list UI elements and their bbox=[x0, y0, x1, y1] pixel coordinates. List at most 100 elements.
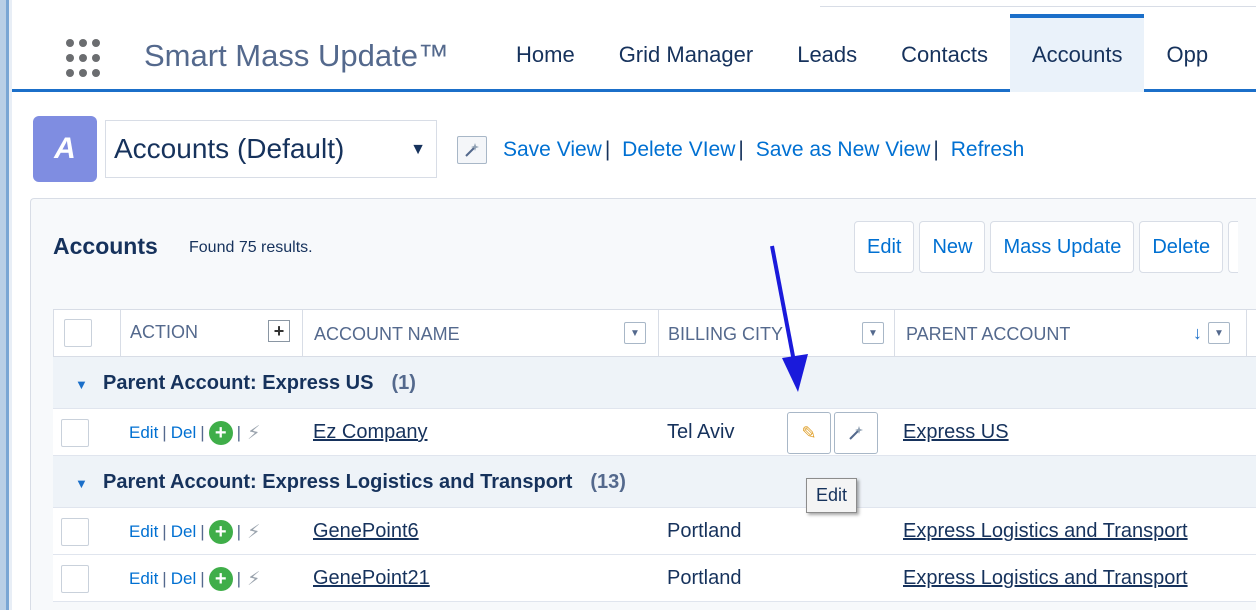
delete-view-link[interactable]: Delete VIew bbox=[622, 138, 735, 161]
group-header[interactable]: ▼ Parent Account: Express Logistics and … bbox=[53, 456, 1256, 508]
caret-down-icon: ▼ bbox=[410, 141, 426, 158]
action-separator: | bbox=[200, 423, 205, 442]
column-divider bbox=[1246, 310, 1247, 356]
plus-circle-icon[interactable]: + bbox=[208, 567, 233, 591]
billing-city-value[interactable]: Portland bbox=[667, 520, 742, 543]
action-separator: | bbox=[200, 569, 205, 588]
group-header[interactable]: ▼ Parent Account: Express US (1) bbox=[53, 357, 1256, 409]
link-separator: | bbox=[933, 138, 939, 161]
nav-tab-contacts[interactable]: Contacts bbox=[879, 14, 1010, 92]
nav-tab-home[interactable]: Home bbox=[494, 14, 597, 92]
parent-account-link[interactable]: Express Logistics and Transport bbox=[903, 520, 1188, 543]
action-separator: | bbox=[236, 423, 242, 442]
inline-edit-tools: ✎ bbox=[787, 412, 878, 454]
pencil-icon[interactable]: ✎ bbox=[787, 412, 831, 454]
action-separator: | bbox=[162, 423, 167, 442]
top-divider bbox=[820, 6, 1256, 7]
account-name-link[interactable]: Ez Company bbox=[313, 421, 428, 444]
list-title: Accounts bbox=[53, 233, 158, 259]
result-count: Found 75 results. bbox=[189, 239, 313, 256]
app-name: Smart Mass Update™ bbox=[144, 38, 449, 73]
link-separator: | bbox=[738, 138, 744, 161]
table-row: Edit | Del | + | ⚡ Ez Company Tel Aviv ✎ Ex… bbox=[53, 409, 1256, 456]
row-actions: Edit | Del | + | ⚡ bbox=[129, 520, 260, 544]
nav-tab-leads[interactable]: Leads bbox=[775, 14, 879, 92]
app-launcher-waffle-icon[interactable] bbox=[66, 39, 106, 79]
billing-city-value[interactable]: Tel Aviv bbox=[667, 421, 734, 444]
row-edit-link[interactable]: Edit bbox=[129, 522, 158, 542]
edit-button[interactable]: Edit bbox=[854, 221, 915, 273]
plus-circle-icon[interactable]: + bbox=[208, 520, 233, 544]
nav-tab-opportunities[interactable]: Opp bbox=[1144, 14, 1230, 92]
row-actions: Edit | Del | + | ⚡ bbox=[129, 567, 260, 591]
mass-update-button[interactable]: Mass Update bbox=[990, 221, 1135, 273]
nav-tab-accounts[interactable]: Accounts bbox=[1009, 14, 1145, 92]
link-separator: | bbox=[604, 138, 611, 161]
action-separator: | bbox=[236, 522, 242, 541]
column-divider bbox=[302, 310, 303, 356]
group-label: Parent Account: Express US bbox=[103, 372, 374, 394]
table-header: ACTION + ACCOUNT NAME ▼ BILLING CITY ▼ P… bbox=[53, 309, 1256, 357]
action-separator: | bbox=[200, 522, 205, 541]
select-all-checkbox[interactable] bbox=[64, 319, 92, 347]
view-links: Save View | Delete VIew | Save as New View… bbox=[503, 138, 1024, 162]
annotation-arrow-icon bbox=[770, 245, 808, 392]
nav-tab-grid-manager[interactable]: Grid Manager bbox=[597, 14, 776, 92]
row-checkbox[interactable] bbox=[61, 518, 89, 546]
accounts-list-card: Accounts Found 75 results. Edit New Mass… bbox=[30, 198, 1256, 610]
expand-triangle-icon[interactable]: ▼ bbox=[75, 476, 88, 491]
parent-account-link[interactable]: Express Logistics and Transport bbox=[903, 567, 1188, 590]
view-toolbar: A Accounts (Default) ▼ Save View | Delete… bbox=[33, 116, 1256, 184]
row-checkbox[interactable] bbox=[61, 565, 89, 593]
nav-bar: Home Grid Manager Leads Contacts Account… bbox=[494, 14, 1230, 92]
billing-city-value[interactable]: Portland bbox=[667, 567, 742, 590]
group-count: (13) bbox=[590, 471, 626, 493]
action-separator: | bbox=[236, 569, 242, 588]
row-del-link[interactable]: Del bbox=[171, 423, 197, 443]
window-left-edge bbox=[0, 0, 12, 610]
edit-tooltip: Edit bbox=[806, 478, 858, 513]
group-title: Parent Account: Express US (1) bbox=[103, 372, 416, 395]
save-view-link[interactable]: Save View bbox=[503, 138, 602, 161]
list-toolbar: Edit New Mass Update Delete bbox=[854, 221, 1239, 273]
sort-arrow-down-icon[interactable]: ↓ bbox=[1193, 323, 1202, 344]
group-label: Parent Account: Express Logistics and Tr… bbox=[103, 471, 573, 493]
lightning-bolt-icon[interactable]: ⚡ bbox=[247, 422, 260, 445]
row-actions: Edit | Del | + | ⚡ bbox=[129, 421, 260, 445]
plus-circle-icon[interactable]: + bbox=[208, 421, 233, 445]
action-separator: | bbox=[162, 522, 167, 541]
column-divider bbox=[658, 310, 659, 356]
row-edit-link[interactable]: Edit bbox=[129, 423, 158, 443]
magic-wand-icon[interactable] bbox=[834, 412, 878, 454]
app-header: Smart Mass Update™ Home Grid Manager Lea… bbox=[12, 14, 1256, 92]
account-name-link[interactable]: GenePoint6 bbox=[313, 520, 419, 543]
magic-wand-icon[interactable] bbox=[457, 136, 487, 164]
add-column-plus-icon[interactable]: + bbox=[268, 320, 290, 342]
group-count: (1) bbox=[391, 372, 416, 394]
lightning-bolt-icon[interactable]: ⚡ bbox=[247, 568, 260, 591]
account-name-link[interactable]: GenePoint21 bbox=[313, 567, 430, 590]
row-del-link[interactable]: Del bbox=[171, 569, 197, 589]
expand-triangle-icon[interactable]: ▼ bbox=[75, 377, 88, 392]
action-separator: | bbox=[162, 569, 167, 588]
group-title: Parent Account: Express Logistics and Tr… bbox=[103, 471, 626, 494]
new-button[interactable]: New bbox=[919, 221, 986, 273]
column-divider bbox=[894, 310, 895, 356]
delete-button[interactable]: Delete bbox=[1139, 221, 1224, 273]
column-divider bbox=[120, 310, 121, 356]
view-select[interactable]: Accounts (Default) ▼ bbox=[105, 120, 437, 178]
parent-account-link[interactable]: Express US bbox=[903, 421, 1009, 444]
table-row: Edit | Del | + | ⚡ GenePoint6 Portland Expr… bbox=[53, 508, 1256, 555]
refresh-link[interactable]: Refresh bbox=[951, 138, 1025, 161]
row-checkbox[interactable] bbox=[61, 419, 89, 447]
chevron-down-icon[interactable]: ▼ bbox=[862, 322, 884, 344]
more-button[interactable] bbox=[1228, 221, 1239, 273]
chevron-down-icon[interactable]: ▼ bbox=[1208, 322, 1230, 344]
lightning-bolt-icon[interactable]: ⚡ bbox=[247, 521, 260, 544]
save-as-new-view-link[interactable]: Save as New View bbox=[756, 138, 931, 161]
view-select-value: Accounts (Default) bbox=[114, 133, 345, 164]
row-del-link[interactable]: Del bbox=[171, 522, 197, 542]
table-row: Edit | Del | + | ⚡ GenePoint21 Portland Exp… bbox=[53, 555, 1256, 602]
chevron-down-icon[interactable]: ▼ bbox=[624, 322, 646, 344]
row-edit-link[interactable]: Edit bbox=[129, 569, 158, 589]
